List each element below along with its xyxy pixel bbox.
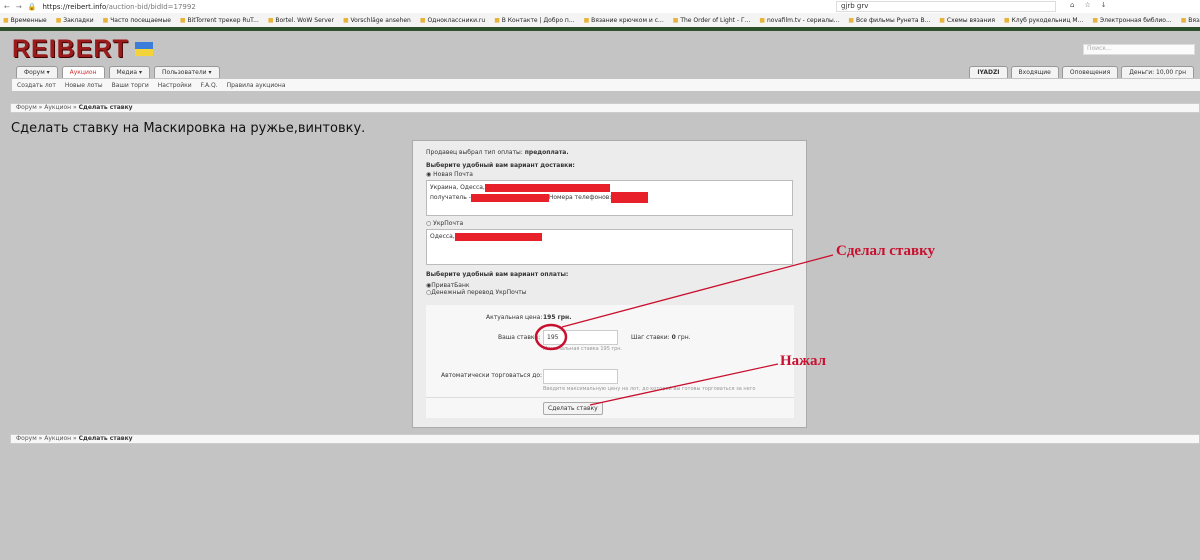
annotation-bid: Сделал ставку <box>836 243 936 259</box>
annotation-marks <box>534 254 834 406</box>
annotation-clicked: Нажал <box>780 353 827 369</box>
annotation-circle <box>534 323 568 351</box>
annotation-line-bid <box>561 254 834 328</box>
annotation-line-click <box>589 363 779 406</box>
